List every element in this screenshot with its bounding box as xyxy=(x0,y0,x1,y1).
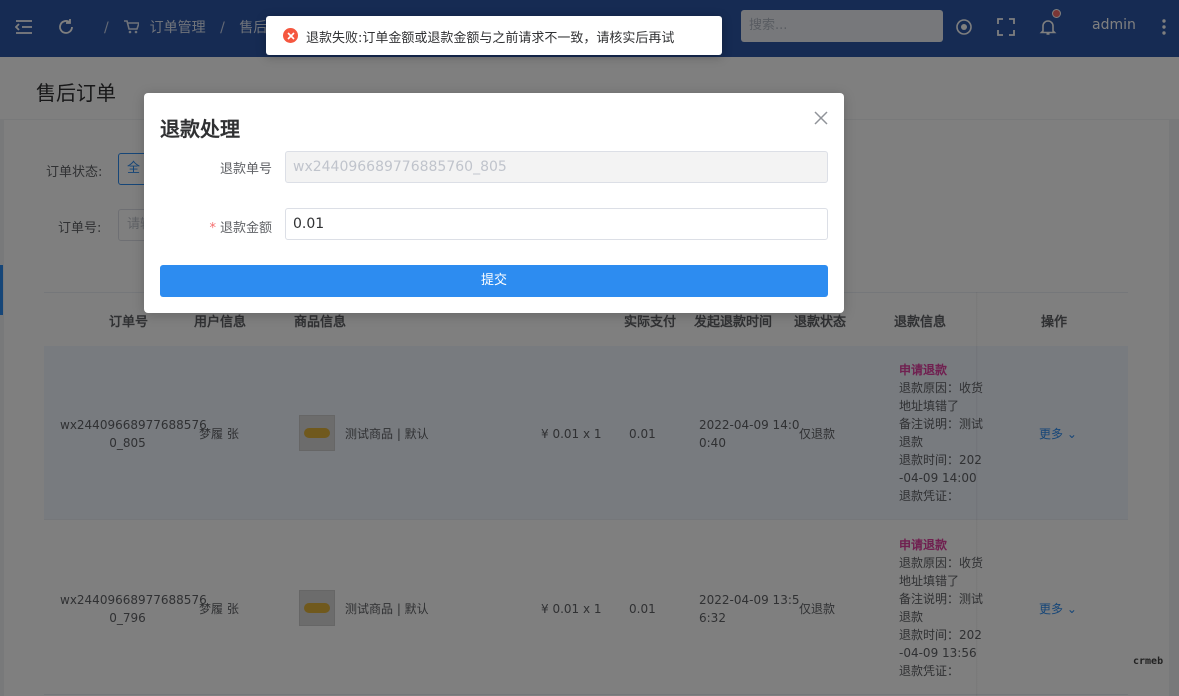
amount-label-wrap: * 退款金额 xyxy=(152,217,272,236)
close-icon[interactable] xyxy=(812,109,830,127)
amount-label: 退款金额 xyxy=(219,221,272,236)
refund-no-field: wx244096689776885760_805 xyxy=(285,151,828,183)
required-mark: * xyxy=(209,221,216,236)
refund-amount-input[interactable]: 0.01 xyxy=(285,208,828,240)
submit-button[interactable]: 提交 xyxy=(160,265,828,297)
refund-modal: 退款处理 退款单号 wx244096689776885760_805 * 退款金额… xyxy=(144,93,844,313)
toast-message: 退款失败:订单金额或退款金额与之前请求不一致，请核实后再试 xyxy=(306,31,675,46)
modal-title: 退款处理 xyxy=(160,117,240,141)
refund-no-label: 退款单号 xyxy=(219,162,272,177)
error-toast: 退款失败:订单金额或退款金额与之前请求不一致，请核实后再试 xyxy=(266,16,722,55)
error-icon xyxy=(283,28,298,43)
watermark-logo: crmeb xyxy=(1133,656,1164,667)
